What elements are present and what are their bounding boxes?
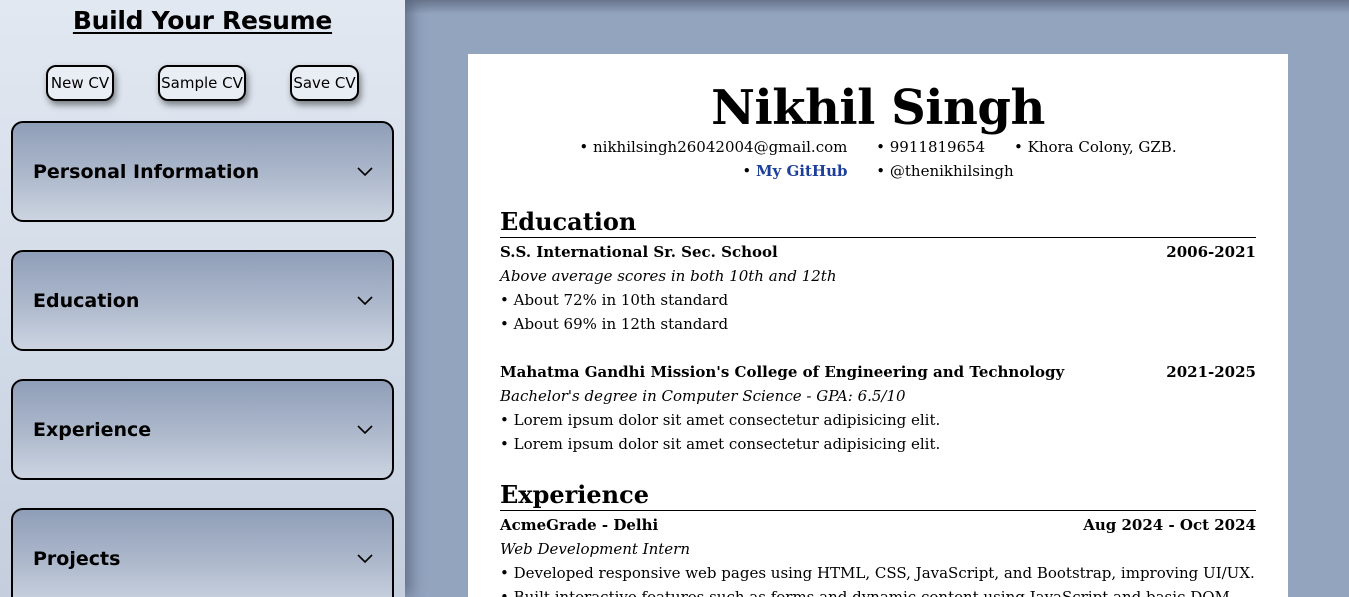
- company-name: AcmeGrade - Delhi: [500, 516, 659, 534]
- contact-phone: 9911819654: [876, 138, 985, 156]
- entry-bullet: About 69% in 12th standard: [500, 312, 1256, 336]
- sidebar: Build Your Resume New CV Sample CV Save …: [0, 0, 405, 597]
- school-name: Mahatma Gandhi Mission's College of Engi…: [500, 363, 1065, 381]
- entry-header: AcmeGrade - Delhi Aug 2024 - Oct 2024: [500, 513, 1256, 537]
- entry-header: S.S. International Sr. Sec. School 2006-…: [500, 240, 1256, 264]
- education-entry: S.S. International Sr. Sec. School 2006-…: [500, 240, 1256, 336]
- section-title: Projects: [33, 547, 121, 570]
- entry-bullet: About 72% in 10th standard: [500, 288, 1256, 312]
- experience-entry: AcmeGrade - Delhi Aug 2024 - Oct 2024 We…: [500, 513, 1256, 597]
- section-experience[interactable]: Experience: [11, 379, 394, 480]
- contact-email: nikhilsingh26042004@gmail.com: [579, 138, 847, 156]
- entry-subtitle: Bachelor's degree in Computer Science - …: [500, 387, 906, 405]
- resume-name: Nikhil Singh: [711, 80, 1045, 136]
- contact-address: Khora Colony, GZB.: [1014, 138, 1177, 156]
- section-title: Experience: [33, 418, 152, 441]
- contact-row: My GitHub @thenikhilsingh: [468, 162, 1288, 180]
- contact-handle: @thenikhilsingh: [876, 162, 1014, 180]
- chevron-down-icon[interactable]: [356, 424, 374, 436]
- contact-github: My GitHub: [742, 162, 848, 180]
- preview-area: Nikhil Singh nikhilsingh26042004@gmail.c…: [405, 0, 1349, 597]
- chevron-down-icon[interactable]: [356, 295, 374, 307]
- github-link[interactable]: My GitHub: [756, 162, 848, 180]
- chevron-down-icon[interactable]: [356, 553, 374, 565]
- app-title: Build Your Resume: [72, 6, 333, 35]
- entry-bullet: Built interactive features such as forms…: [500, 585, 1256, 597]
- school-years: 2006-2021: [1166, 243, 1256, 261]
- education-entry: Mahatma Gandhi Mission's College of Engi…: [500, 360, 1256, 456]
- entry-bullet: Developed responsive web pages using HTM…: [500, 561, 1256, 585]
- new-cv-button[interactable]: New CV: [46, 65, 114, 101]
- resume-page: Nikhil Singh nikhilsingh26042004@gmail.c…: [468, 54, 1288, 597]
- entry-bullet: Lorem ipsum dolor sit amet consectetur a…: [500, 408, 1256, 432]
- save-cv-button[interactable]: Save CV: [290, 65, 359, 101]
- school-years: 2021-2025: [1166, 363, 1256, 381]
- school-name: S.S. International Sr. Sec. School: [500, 243, 778, 261]
- section-projects[interactable]: Projects: [11, 508, 394, 597]
- section-education[interactable]: Education: [11, 250, 394, 351]
- entry-header: Mahatma Gandhi Mission's College of Engi…: [500, 360, 1256, 384]
- contact-row: nikhilsingh26042004@gmail.com 9911819654…: [468, 138, 1288, 156]
- entry-bullet: Lorem ipsum dolor sit amet consectetur a…: [500, 432, 1256, 456]
- experience-heading: Experience: [500, 481, 1256, 511]
- cv-toolbar: New CV Sample CV Save CV: [0, 65, 405, 103]
- section-personal-information[interactable]: Personal Information: [11, 121, 394, 222]
- education-heading: Education: [500, 208, 1256, 238]
- entry-subtitle: Above average scores in both 10th and 12…: [500, 267, 837, 285]
- section-title: Education: [33, 289, 140, 312]
- sample-cv-button[interactable]: Sample CV: [158, 65, 246, 101]
- section-title: Personal Information: [33, 160, 260, 183]
- education-section: Education S.S. International Sr. Sec. Sc…: [500, 208, 1256, 456]
- chevron-down-icon[interactable]: [356, 166, 374, 178]
- experience-section: Experience AcmeGrade - Delhi Aug 2024 - …: [500, 481, 1256, 597]
- job-role: Web Development Intern: [500, 540, 691, 558]
- job-dates: Aug 2024 - Oct 2024: [1083, 516, 1256, 534]
